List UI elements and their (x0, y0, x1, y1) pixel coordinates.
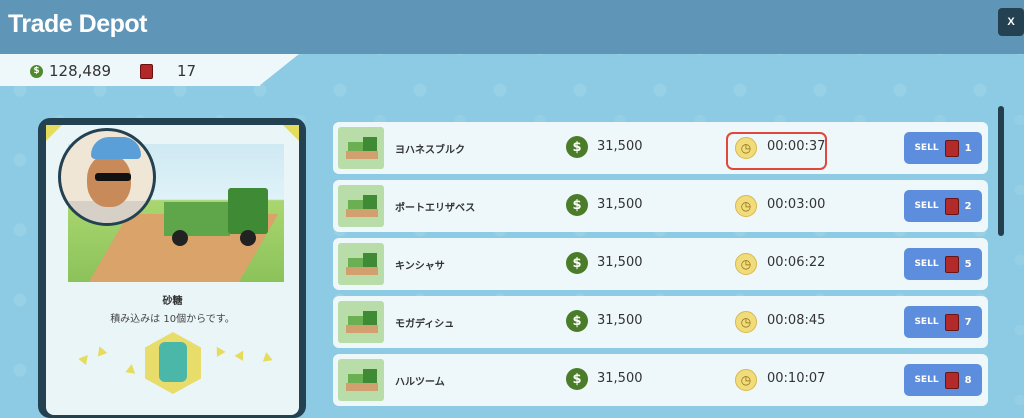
page-title: Trade Depot (8, 10, 147, 38)
sell-label: SELL (914, 259, 939, 269)
travel-time: 00:06:22 (767, 255, 826, 270)
thumb-base (346, 209, 378, 217)
timer-highlight (726, 132, 827, 170)
card-corner-tr (283, 125, 299, 141)
route-list: ヨハネスブルク $ 31,500 ◷ 00:00:37 SELL 1 ポートエリ… (333, 118, 988, 413)
thumb-base (346, 267, 378, 275)
fuel-can-icon (944, 197, 959, 215)
sell-button[interactable]: SELL 8 (904, 364, 982, 396)
route-row: ポートエリザベス $ 31,500 ◷ 00:03:00 SELL 2 (333, 180, 988, 232)
sell-label: SELL (914, 143, 939, 153)
sell-button[interactable]: SELL 1 (904, 132, 982, 164)
sell-label: SELL (914, 375, 939, 385)
coin-count: 128,489 (49, 62, 112, 80)
truck-wheel (240, 230, 256, 246)
fuel-can-icon (944, 139, 959, 157)
thumb-cab (363, 253, 377, 267)
city-name: ハルツーム (395, 377, 445, 388)
sell-quantity: 7 (964, 316, 972, 328)
price: 31,500 (597, 313, 643, 328)
close-button[interactable]: X (998, 8, 1024, 36)
price: 31,500 (597, 197, 643, 212)
clock-icon: ◷ (735, 195, 757, 217)
fuel-balance: 17 (140, 62, 196, 80)
city-name: ヨハネスブルク (395, 145, 465, 156)
thumb-cab (363, 137, 377, 151)
route-row: キンシャサ $ 31,500 ◷ 00:06:22 SELL 5 (333, 238, 988, 290)
sparkle (125, 363, 137, 374)
sell-button[interactable]: SELL 5 (904, 248, 982, 280)
fuel-can-icon (944, 371, 959, 389)
truck-icon (338, 359, 384, 401)
truck-icon (228, 188, 268, 234)
thumb-base (346, 325, 378, 333)
sell-label: SELL (914, 317, 939, 327)
travel-time: 00:10:07 (767, 371, 826, 386)
thumb-base (346, 151, 378, 159)
sell-button[interactable]: SELL 2 (904, 190, 982, 222)
card-corner-tl (46, 125, 62, 141)
truck-icon (338, 185, 384, 227)
city-name: キンシャサ (395, 261, 445, 272)
truck-icon (338, 243, 384, 285)
sell-quantity: 5 (964, 258, 972, 270)
goods-note: 積み込みは 10個からです。 (110, 314, 235, 325)
sparkle (261, 351, 273, 362)
truck-wheel (172, 230, 188, 246)
dollar-coin-icon: $ (566, 310, 588, 332)
title-bar (0, 0, 1024, 54)
clock-icon: ◷ (735, 369, 757, 391)
clock-icon: ◷ (735, 311, 757, 333)
sell-quantity: 2 (964, 200, 972, 212)
dollar-coin-icon: $ (30, 64, 43, 78)
travel-time: 00:08:45 (767, 313, 826, 328)
city-name: ポートエリザベス (395, 203, 476, 214)
fuel-can-icon (944, 313, 959, 331)
list-scrollbar[interactable] (998, 106, 1004, 236)
avatar-face (87, 155, 131, 207)
dollar-coin-icon: $ (566, 368, 588, 390)
city-name: モガディシュ (395, 319, 455, 330)
thumb-cab (363, 195, 377, 209)
sell-button[interactable]: SELL 7 (904, 306, 982, 338)
fuel-can-icon (944, 255, 959, 273)
dollar-coin-icon: $ (566, 136, 588, 158)
dollar-coin-icon: $ (566, 252, 588, 274)
sell-label: SELL (914, 201, 939, 211)
fuel-count: 17 (177, 62, 197, 80)
thumb-cab (363, 311, 377, 325)
fuel-can-icon (140, 63, 153, 79)
truck-icon (338, 301, 384, 343)
driver-avatar (58, 128, 156, 226)
dollar-coin-icon: $ (566, 194, 588, 216)
sugar-jar-icon (159, 342, 187, 382)
route-row: ハルツーム $ 31,500 ◷ 00:10:07 SELL 8 (333, 354, 988, 406)
avatar-hat (91, 137, 141, 159)
thumb-base (346, 383, 378, 391)
goods-name: 砂糖 (162, 296, 183, 307)
avatar-glasses (95, 173, 131, 181)
price: 31,500 (597, 139, 643, 154)
sell-quantity: 1 (964, 142, 972, 154)
route-row: ヨハネスブルク $ 31,500 ◷ 00:00:37 SELL 1 (333, 122, 988, 174)
price: 31,500 (597, 371, 643, 386)
coin-balance: $ 128,489 (30, 62, 111, 80)
route-row: モガディシュ $ 31,500 ◷ 00:08:45 SELL 7 (333, 296, 988, 348)
clock-icon: ◷ (735, 253, 757, 275)
thumb-cab (363, 369, 377, 383)
truck-icon (338, 127, 384, 169)
sell-quantity: 8 (964, 374, 972, 386)
travel-time: 00:03:00 (767, 197, 826, 212)
resource-bar-tail (259, 54, 299, 86)
price: 31,500 (597, 255, 643, 270)
